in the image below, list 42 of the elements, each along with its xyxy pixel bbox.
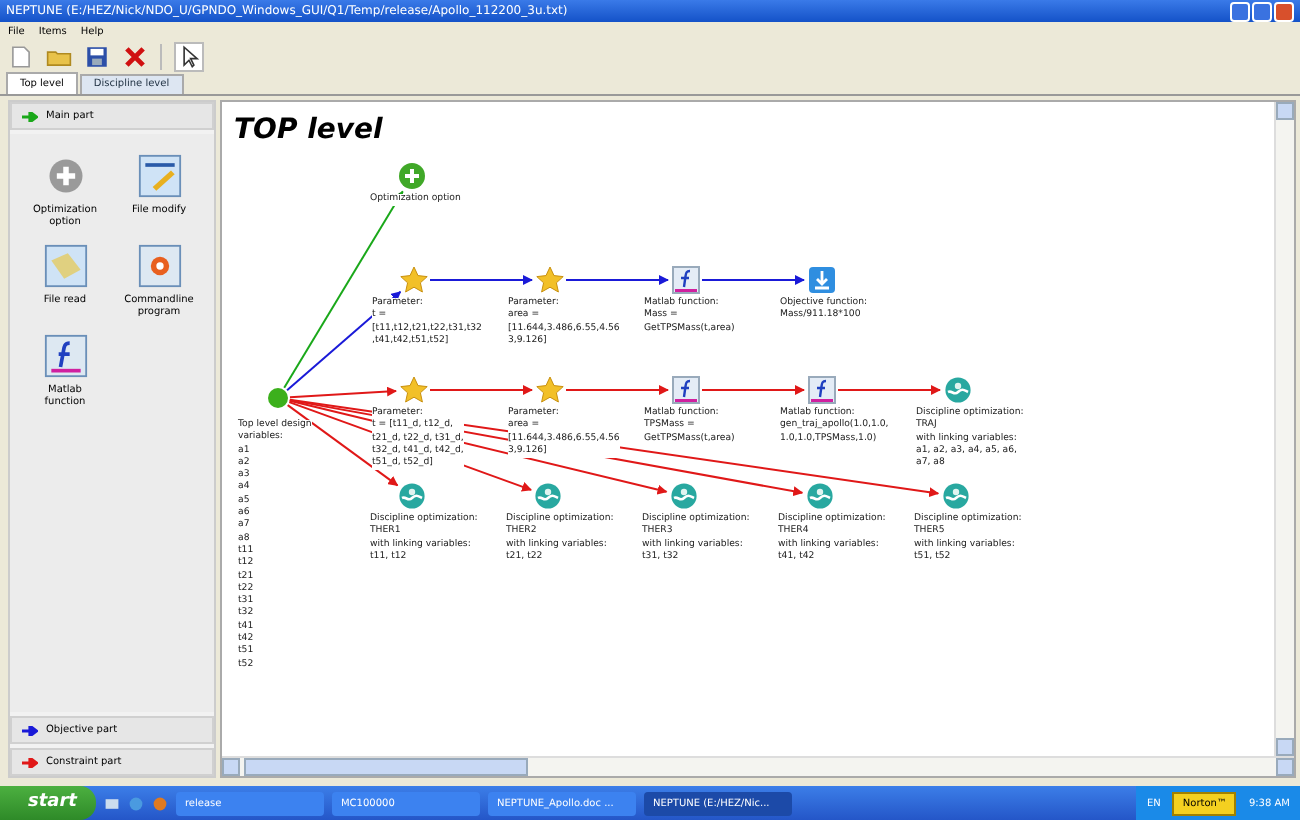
function-icon[interactable]	[672, 266, 700, 294]
pencil-document-icon[interactable]	[137, 154, 181, 198]
program-icon[interactable]	[137, 244, 181, 288]
desktop-icon[interactable]	[104, 795, 121, 811]
star-icon[interactable]	[400, 376, 428, 404]
start-node-icon[interactable]	[268, 388, 288, 408]
arrow	[565, 275, 669, 285]
close-button[interactable]	[1274, 1, 1294, 21]
star-icon[interactable]	[536, 266, 564, 294]
arrow	[429, 275, 533, 285]
download-icon[interactable]	[808, 266, 836, 294]
scroll-right-button[interactable]	[1276, 758, 1294, 776]
arrow	[701, 385, 805, 395]
maximize-button[interactable]	[1252, 1, 1272, 21]
scroll-thumb[interactable]	[244, 758, 528, 776]
vertical-scrollbar[interactable]	[1274, 102, 1294, 756]
function-icon[interactable]	[808, 376, 836, 404]
arrow	[837, 385, 941, 395]
globe-icon[interactable]	[534, 482, 562, 510]
arrow	[429, 385, 533, 395]
horizontal-scrollbar[interactable]	[222, 756, 1294, 776]
function-icon[interactable]	[43, 334, 87, 378]
globe-icon[interactable]	[806, 482, 834, 510]
scroll-left-button[interactable]	[222, 758, 240, 776]
scroll-up-button[interactable]	[1276, 102, 1294, 120]
globe-icon[interactable]	[942, 482, 970, 510]
pointer-icon[interactable]	[174, 42, 204, 72]
arrow	[701, 275, 805, 285]
star-icon[interactable]	[536, 376, 564, 404]
plus-circle-icon[interactable]	[398, 162, 426, 190]
globe-icon[interactable]	[398, 482, 426, 510]
canvas-title: TOP level	[234, 114, 383, 146]
minimize-button[interactable]	[1230, 1, 1250, 21]
arrow	[565, 385, 669, 395]
star-icon[interactable]	[400, 266, 428, 294]
globe-icon[interactable]	[944, 376, 972, 404]
document-icon[interactable]	[43, 244, 87, 288]
save-icon[interactable]	[84, 44, 110, 70]
function-icon[interactable]	[672, 376, 700, 404]
globe-icon[interactable]	[670, 482, 698, 510]
scroll-down-button[interactable]	[1276, 738, 1294, 756]
delete-icon[interactable]	[122, 44, 148, 70]
